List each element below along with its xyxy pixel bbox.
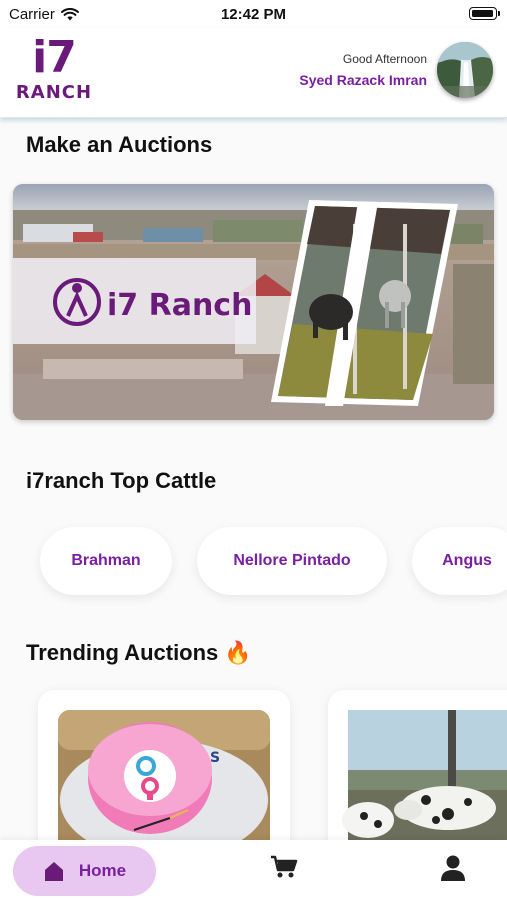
auctions-section-title: Make an Auctions	[26, 132, 213, 157]
cattle-chip-brahman[interactable]: Brahman	[40, 527, 172, 595]
svg-text:S: S	[210, 750, 220, 766]
profile-icon	[441, 855, 465, 881]
waterfall-avatar-image	[437, 42, 493, 98]
trending-auction-card[interactable]	[328, 690, 507, 860]
ranch-banner-image: i7 Ranch	[13, 184, 494, 420]
clock: 12:42 PM	[220, 6, 287, 23]
semen-tank-image: S	[58, 710, 270, 860]
logo-bottom-text: RANCH	[15, 82, 93, 103]
cattle-chip-angus[interactable]: Angus	[412, 527, 507, 595]
trending-section-title: Trending Auctions 🔥	[26, 640, 252, 665]
user-name: Syed Razack Imran	[299, 72, 427, 88]
top-cattle-section-title: i7ranch Top Cattle	[26, 468, 217, 493]
banner-brand-text: i7 Ranch	[107, 288, 252, 323]
auction-banner[interactable]: i7 Ranch	[13, 184, 494, 420]
battery-icon	[469, 7, 500, 20]
nav-cart-button[interactable]	[270, 854, 298, 885]
cattle-pasture-image	[342, 710, 507, 860]
app-header: i7 RANCH Good Afternoon Syed Razack Imra…	[0, 28, 507, 118]
status-bar: Carrier 12:42 PM	[0, 0, 507, 28]
logo-top-text: i7	[32, 32, 77, 83]
trending-auction-card[interactable]: S	[38, 690, 290, 860]
app-logo[interactable]: i7 RANCH	[14, 32, 94, 104]
home-icon	[44, 862, 63, 881]
cattle-chip-nellore-pintado[interactable]: Nellore Pintado	[197, 527, 387, 595]
bottom-navigation: Home	[0, 840, 507, 900]
avatar[interactable]	[437, 42, 493, 98]
nav-profile-button[interactable]	[440, 854, 466, 887]
nav-home-label: Home	[78, 861, 127, 880]
greeting-text: Good Afternoon	[342, 52, 427, 66]
nav-home-button[interactable]: Home	[13, 846, 156, 896]
cart-icon	[271, 855, 298, 878]
